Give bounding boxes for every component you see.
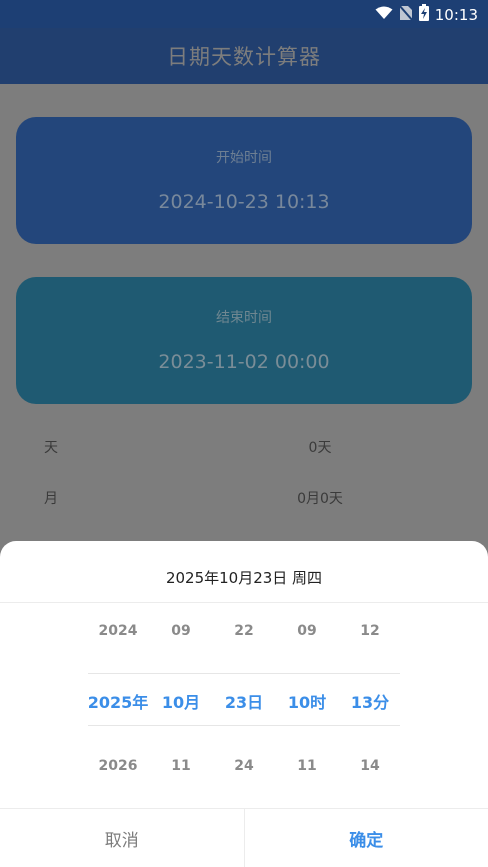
- minute-next[interactable]: 14: [335, 758, 405, 774]
- picker-selected-date: 2025年10月23日 周四: [165, 569, 323, 587]
- hour-current[interactable]: 10时: [272, 689, 342, 713]
- end-time-label: 结束时间: [216, 310, 272, 326]
- status-icons: 10:13: [375, 3, 478, 25]
- app-title: 日期天数计算器: [167, 45, 321, 69]
- wifi-icon: [375, 6, 393, 24]
- picker-wheels: 2024 2025年 2026 09 10月 11 22 23日 24 09 1…: [0, 603, 488, 808]
- month-current[interactable]: 10月: [146, 689, 216, 713]
- hour-next[interactable]: 11: [272, 758, 342, 774]
- app-bar: 日期天数计算器: [0, 28, 488, 84]
- result-days-value: 0天: [308, 440, 332, 456]
- cancel-button[interactable]: 取消: [0, 809, 245, 867]
- battery-charging-icon: [418, 4, 429, 25]
- minute-prev[interactable]: 12: [335, 623, 405, 639]
- end-time-card[interactable]: 结束时间 2023-11-02 00:00: [16, 277, 472, 404]
- status-time: 10:13: [434, 5, 478, 24]
- result-row-days: 天 0天: [0, 431, 488, 461]
- day-wheel[interactable]: 22 23日 24: [209, 603, 279, 808]
- no-sim-icon: [398, 3, 414, 25]
- result-row-months: 月 0月0天: [0, 482, 488, 512]
- confirm-button[interactable]: 确定: [245, 809, 488, 867]
- start-time-card[interactable]: 开始时间 2024-10-23 10:13: [16, 117, 472, 244]
- picker-footer: 取消 确定: [0, 808, 488, 867]
- end-time-value: 2023-11-02 00:00: [158, 351, 330, 373]
- day-current[interactable]: 23日: [209, 689, 279, 713]
- minute-wheel[interactable]: 12 13分 14: [335, 603, 405, 808]
- year-prev[interactable]: 2024: [83, 623, 153, 639]
- month-wheel[interactable]: 09 10月 11: [146, 603, 216, 808]
- result-months-value: 0月0天: [297, 491, 343, 507]
- hour-wheel[interactable]: 09 10时 11: [272, 603, 342, 808]
- day-next[interactable]: 24: [209, 758, 279, 774]
- month-prev[interactable]: 09: [146, 623, 216, 639]
- status-bar: 10:13: [0, 0, 488, 28]
- year-next[interactable]: 2026: [83, 758, 153, 774]
- year-current[interactable]: 2025年: [83, 689, 153, 713]
- start-time-label: 开始时间: [216, 150, 272, 166]
- start-time-value: 2024-10-23 10:13: [158, 191, 330, 213]
- year-wheel[interactable]: 2024 2025年 2026: [83, 603, 153, 808]
- day-prev[interactable]: 22: [209, 623, 279, 639]
- hour-prev[interactable]: 09: [272, 623, 342, 639]
- month-next[interactable]: 11: [146, 758, 216, 774]
- date-picker-sheet: 2025年10月23日 周四 2024 2025年 2026 09 10月 11…: [0, 541, 488, 867]
- minute-current[interactable]: 13分: [335, 689, 405, 713]
- picker-header: 2025年10月23日 周四: [0, 541, 488, 603]
